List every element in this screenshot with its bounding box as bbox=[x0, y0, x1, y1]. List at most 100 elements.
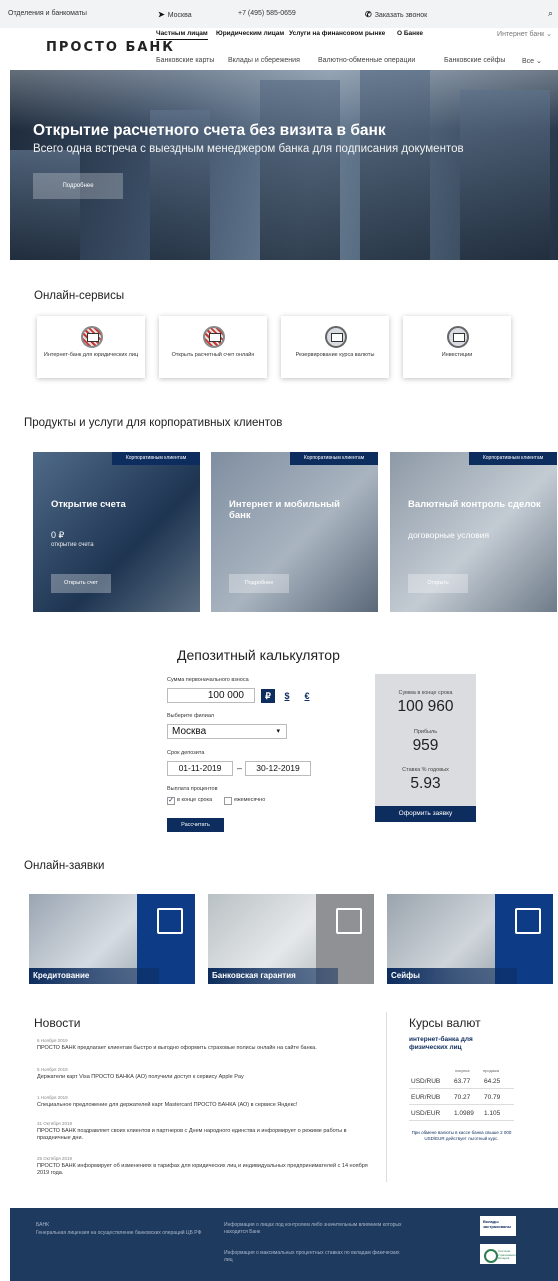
product-sub: открытие счета bbox=[51, 542, 94, 548]
footer-info-link[interactable]: Информация о лицах под контролем либо зн… bbox=[224, 1222, 404, 1236]
result-total-label: Сумма в конце срока bbox=[398, 690, 453, 696]
product-value: договорные условия bbox=[408, 530, 490, 540]
payout-label: Выплата процентов bbox=[167, 786, 218, 792]
online-services-title: Онлайн-сервисы bbox=[34, 290, 125, 302]
callback-link[interactable]: ✆ Заказать звонок bbox=[365, 10, 427, 19]
rate-buy: 1.0989 bbox=[454, 1110, 474, 1117]
hero-more-button[interactable]: Подробнее bbox=[33, 173, 123, 199]
service-investments-card[interactable]: Инвестиции bbox=[403, 316, 511, 378]
news-item[interactable]: ПРОСТО БАНК предлагает клиентам быстро и… bbox=[37, 1045, 375, 1052]
hero-building bbox=[460, 90, 550, 260]
internet-bank-link[interactable]: Интернет банк ⌄ bbox=[497, 30, 552, 38]
date-from-input[interactable]: 01-11-2019 bbox=[167, 761, 233, 776]
amount-input[interactable]: 100 000 bbox=[167, 688, 255, 703]
product-badge: Корпоративным клиентам bbox=[290, 452, 378, 465]
product-card-currency-control[interactable]: Корпоративным клиентам Валютный контроль… bbox=[390, 452, 557, 612]
service-currency-reserve-card[interactable]: Резервирование курса валюты bbox=[281, 316, 389, 378]
service-open-account-card[interactable]: Открыть расчетный счет онлайн bbox=[159, 316, 267, 378]
hero-building bbox=[260, 80, 340, 260]
safe-icon bbox=[515, 908, 541, 934]
rate-sell: 1.105 bbox=[484, 1110, 501, 1117]
hero-building bbox=[360, 70, 430, 260]
insurance-logo-text: Система страхования вкладов bbox=[498, 1249, 516, 1260]
product-card-internet-bank[interactable]: Корпоративным клиентам Интернет и мобиль… bbox=[211, 452, 378, 612]
news-item[interactable]: ПРОСТО БАНК поздравляет своих клиентов и… bbox=[37, 1128, 375, 1142]
news-date: 6 Ноября 2019 bbox=[37, 1038, 68, 1043]
calculator-result-panel: Сумма в конце срока 100 960 Прибыль 959 … bbox=[375, 674, 476, 822]
product-card-account[interactable]: Корпоративным клиентам Открытие счета 0 … bbox=[33, 452, 200, 612]
phone-number[interactable]: +7 (495) 585-0659 bbox=[238, 10, 296, 17]
news-item[interactable]: ПРОСТО БАНК информирует об изменениях в … bbox=[37, 1163, 375, 1177]
location-arrow-icon: ➤ bbox=[158, 10, 165, 19]
nav-legal-entities[interactable]: Юридическим лицам bbox=[216, 30, 284, 37]
rate-buy: 63.77 bbox=[454, 1078, 471, 1085]
card-icon bbox=[157, 908, 183, 934]
payout-end-checkbox[interactable]: ✓ bbox=[167, 797, 175, 805]
footer-info-link[interactable]: Информация о максимальных процентных ста… bbox=[224, 1250, 404, 1264]
result-profit-value: 959 bbox=[412, 737, 439, 754]
request-label: Сейфы bbox=[387, 968, 517, 984]
currency-rub-button[interactable]: ₽ bbox=[261, 689, 275, 703]
term-label: Срок депозита bbox=[167, 750, 205, 756]
currency-eur-button[interactable]: € bbox=[300, 689, 314, 703]
city-selector[interactable]: ➤ Москва bbox=[158, 10, 192, 19]
nav-financial-market[interactable]: Услуги на финансовом рынке bbox=[289, 30, 385, 37]
request-card-credit[interactable]: Кредитование bbox=[29, 894, 195, 984]
branch-select[interactable]: Москва ▾ bbox=[167, 724, 287, 739]
shield-check-icon bbox=[336, 908, 362, 934]
currency-control-open-button[interactable]: Открыть bbox=[408, 574, 468, 593]
payout-monthly-label: ежемесячно bbox=[234, 797, 266, 803]
payout-monthly-checkbox[interactable] bbox=[224, 797, 232, 805]
footer-bank-name: БАНК bbox=[36, 1222, 50, 1228]
internet-bank-more-button[interactable]: Подробнее bbox=[229, 574, 289, 593]
offices-link[interactable]: Отделения и банкоматы bbox=[8, 10, 87, 17]
open-account-button[interactable]: Открыть счет bbox=[51, 574, 111, 593]
nav-individuals[interactable]: Частным лицам bbox=[156, 30, 208, 40]
online-requests-title: Онлайн-заявки bbox=[24, 860, 105, 872]
rates-row: USD/RUB 63.77 64.25 bbox=[409, 1074, 514, 1089]
news-date: 31 Октября 2019 bbox=[37, 1121, 73, 1126]
open-account-icon bbox=[203, 326, 225, 348]
calculate-button[interactable]: Рассчитать bbox=[167, 818, 224, 832]
service-label: Интернет-банк для юридических лиц bbox=[43, 352, 139, 358]
rate-sell: 64.25 bbox=[484, 1078, 501, 1085]
rate-buy: 70.27 bbox=[454, 1094, 471, 1101]
nav-about[interactable]: О Банке bbox=[397, 30, 423, 37]
date-to-input[interactable]: 30-12-2019 bbox=[245, 761, 311, 776]
date-range-dash: – bbox=[237, 763, 243, 773]
service-label: Резервирование курса валюты bbox=[295, 352, 375, 358]
search-icon[interactable]: ⌕ bbox=[548, 8, 553, 19]
product-badge: Корпоративным клиентам bbox=[469, 452, 557, 465]
news-item[interactable]: Специальное предложение для держателей к… bbox=[37, 1102, 375, 1109]
product-title: Валютный контроль сделок bbox=[408, 499, 541, 510]
rates-row: USD/EUR 1.0989 1.105 bbox=[409, 1106, 514, 1121]
rates-col-buy: покупка bbox=[455, 1068, 470, 1073]
request-card-guarantee[interactable]: Банковская гарантия bbox=[208, 894, 374, 984]
bank-logo[interactable]: ПРОСТО БАНК bbox=[46, 40, 175, 55]
subnav-exchange[interactable]: Валютно-обменные операции bbox=[318, 57, 415, 64]
news-item[interactable]: Держатели карт Visa ПРОСТО БАНКА (АО) по… bbox=[37, 1074, 375, 1081]
subnav-all[interactable]: Все ⌄ bbox=[522, 57, 542, 65]
footer-license: Генеральная лицензия на осуществление ба… bbox=[36, 1230, 202, 1236]
rates-title: Курсы валют bbox=[409, 1016, 481, 1030]
payout-end-label: в конце срока bbox=[177, 797, 213, 803]
service-internet-bank-card[interactable]: Интернет-банк для юридических лиц bbox=[37, 316, 145, 378]
deposits-insured-badge: Вклады застрахованы bbox=[480, 1216, 516, 1236]
subnav-deposits[interactable]: Вклады и сбережения bbox=[228, 57, 300, 64]
request-label: Банковская гарантия bbox=[208, 968, 338, 984]
footer: БАНК Генеральная лицензия на осуществлен… bbox=[10, 1208, 558, 1281]
currency-usd-button[interactable]: $ bbox=[280, 689, 294, 703]
subnav-safes[interactable]: Банковские сейфы bbox=[444, 57, 505, 64]
subnav-cards[interactable]: Банковские карты bbox=[156, 57, 214, 64]
top-utility-bar: Отделения и банкоматы ➤ Москва +7 (495) 5… bbox=[0, 0, 558, 28]
request-card-safes[interactable]: Сейфы bbox=[387, 894, 553, 984]
rates-row: EUR/RUB 70.27 70.79 bbox=[409, 1090, 514, 1105]
hero-title: Открытие расчетного счета без визита в б… bbox=[33, 122, 386, 139]
news-date: 5 Ноября 2019 bbox=[37, 1067, 68, 1072]
result-total-value: 100 960 bbox=[397, 698, 454, 715]
currency-reserve-icon bbox=[325, 326, 347, 348]
rates-subtitle: интернет-банка для физических лиц bbox=[409, 1036, 473, 1051]
apply-button[interactable]: Оформить заявку bbox=[375, 806, 476, 822]
rate-pair: USD/RUB bbox=[411, 1078, 441, 1085]
news-title: Новости bbox=[34, 1016, 81, 1030]
